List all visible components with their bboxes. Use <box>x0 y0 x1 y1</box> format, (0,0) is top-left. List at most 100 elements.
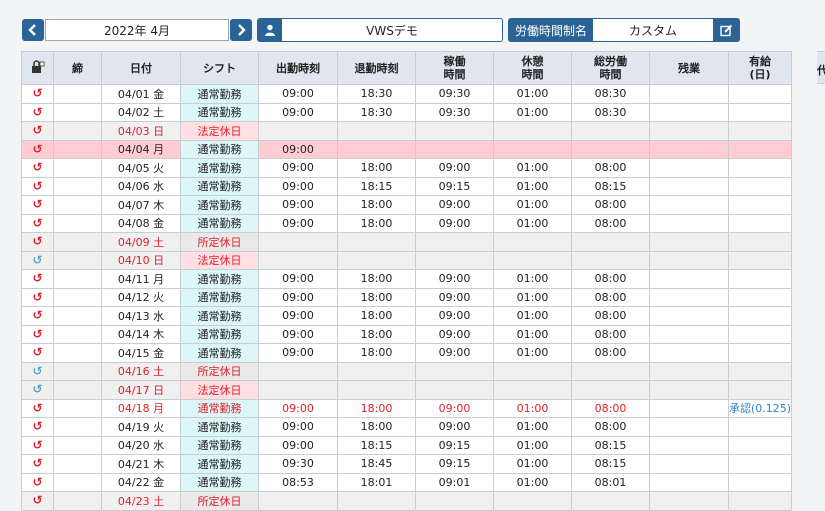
table-row[interactable]: ↺ 04/15 金通常勤務 09:00 18:00 09:00 01:00 08:00 <box>21 343 793 363</box>
edit-work-system-button[interactable] <box>713 19 739 41</box>
row-undo-cell[interactable]: ↺ <box>21 232 54 252</box>
date-cell[interactable]: 04/18 月 <box>101 398 181 418</box>
table-row[interactable]: ↺ 04/19 火通常勤務 09:00 18:00 09:00 01:00 08:00 <box>21 417 793 437</box>
date-cell[interactable]: 04/06 水 <box>101 176 181 196</box>
date-cell[interactable]: 04/01 金 <box>101 84 181 104</box>
undo-icon[interactable]: ↺ <box>32 106 42 118</box>
table-row[interactable]: ↺ 04/13 水通常勤務 09:00 18:00 09:00 01:00 08:00 <box>21 306 793 326</box>
table-row[interactable]: ↺ 04/02 土通常勤務 09:00 18:30 09:30 01:00 08:30 <box>21 102 793 122</box>
prev-month-button[interactable] <box>22 19 44 41</box>
table-row[interactable]: ↺ 04/04 月通常勤務 09:00 <box>21 139 793 159</box>
undo-icon[interactable]: ↺ <box>32 365 42 377</box>
shift-cell[interactable]: 通常勤務 <box>180 417 259 437</box>
date-cell[interactable]: 04/02 土 <box>101 102 181 122</box>
undo-icon[interactable]: ↺ <box>32 254 42 266</box>
shift-cell[interactable]: 通常勤務 <box>180 343 259 363</box>
row-undo-cell[interactable]: ↺ <box>21 343 54 363</box>
date-cell[interactable]: 04/17 日 <box>101 380 181 400</box>
undo-icon[interactable]: ↺ <box>32 124 42 136</box>
undo-icon[interactable]: ↺ <box>32 291 42 303</box>
undo-icon[interactable]: ↺ <box>32 161 42 173</box>
undo-icon[interactable]: ↺ <box>32 217 42 229</box>
row-undo-cell[interactable]: ↺ <box>21 472 54 492</box>
table-row[interactable]: ↺ 04/22 金通常勤務 08:53 18:01 09:01 01:00 08:01 <box>21 472 793 492</box>
shift-cell[interactable]: 通常勤務 <box>180 84 259 104</box>
date-cell[interactable]: 04/15 金 <box>101 343 181 363</box>
shift-cell[interactable]: 通常勤務 <box>180 306 259 326</box>
undo-icon[interactable]: ↺ <box>32 180 42 192</box>
row-undo-cell[interactable]: ↺ <box>21 195 54 215</box>
shift-cell[interactable]: 通常勤務 <box>180 398 259 418</box>
table-row[interactable]: ↺ 04/14 木通常勤務 09:00 18:00 09:00 01:00 08:00 <box>21 324 793 344</box>
row-undo-cell[interactable]: ↺ <box>21 435 54 455</box>
undo-icon[interactable]: ↺ <box>32 87 42 99</box>
shift-cell[interactable]: 通常勤務 <box>180 324 259 344</box>
row-undo-cell[interactable]: ↺ <box>21 84 54 104</box>
row-undo-cell[interactable]: ↺ <box>21 306 54 326</box>
row-undo-cell[interactable]: ↺ <box>21 176 54 196</box>
table-row[interactable]: ↺ 04/16 土所定休日 <box>21 361 793 381</box>
row-undo-cell[interactable]: ↺ <box>21 287 54 307</box>
date-cell[interactable]: 04/14 木 <box>101 324 181 344</box>
table-row[interactable]: ↺ 04/17 日法定休日 <box>21 380 793 400</box>
date-cell[interactable]: 04/10 日 <box>101 250 181 270</box>
table-row[interactable]: ↺ 04/21 木通常勤務 09:30 18:45 09:15 01:00 08:15 <box>21 454 793 474</box>
shift-cell[interactable]: 通常勤務 <box>180 195 259 215</box>
undo-icon[interactable]: ↺ <box>32 235 42 247</box>
table-row[interactable]: ↺ 04/20 水通常勤務 09:00 18:15 09:15 01:00 08:15 <box>21 435 793 455</box>
table-row[interactable]: ↺ 04/05 火通常勤務 09:00 18:00 09:00 01:00 08:00 <box>21 158 793 178</box>
shift-cell[interactable]: 通常勤務 <box>180 472 259 492</box>
table-row[interactable]: ↺ 04/08 金通常勤務 09:00 18:00 09:00 01:00 08:00 <box>21 213 793 233</box>
date-cell[interactable]: 04/13 水 <box>101 306 181 326</box>
table-row[interactable]: ↺ 04/10 日法定休日 <box>21 250 793 270</box>
date-cell[interactable]: 04/05 火 <box>101 158 181 178</box>
undo-icon[interactable]: ↺ <box>32 402 42 414</box>
shift-cell[interactable]: 通常勤務 <box>180 176 259 196</box>
table-row[interactable]: ↺ 04/18 月通常勤務 09:00 18:00 09:00 01:00 08:00 承認(… <box>21 398 793 418</box>
shift-cell[interactable]: 法定休日 <box>180 121 259 141</box>
shift-cell[interactable]: 法定休日 <box>180 250 259 270</box>
row-undo-cell[interactable]: ↺ <box>21 491 54 511</box>
table-row[interactable]: ↺ 04/01 金通常勤務 09:00 18:30 09:30 01:00 08:30 <box>21 84 793 104</box>
undo-icon[interactable]: ↺ <box>32 309 42 321</box>
undo-icon[interactable]: ↺ <box>32 494 42 506</box>
shift-cell[interactable]: 所定休日 <box>180 361 259 381</box>
undo-icon[interactable]: ↺ <box>32 143 42 155</box>
date-cell[interactable]: 04/19 火 <box>101 417 181 437</box>
user-selector[interactable]: VWSデモ <box>257 18 503 42</box>
undo-icon[interactable]: ↺ <box>32 457 42 469</box>
row-undo-cell[interactable]: ↺ <box>21 121 54 141</box>
undo-icon[interactable]: ↺ <box>32 383 42 395</box>
date-cell[interactable]: 04/22 金 <box>101 472 181 492</box>
undo-icon[interactable]: ↺ <box>32 272 42 284</box>
shift-cell[interactable]: 通常勤務 <box>180 454 259 474</box>
shift-cell[interactable]: 通常勤務 <box>180 269 259 289</box>
row-undo-cell[interactable]: ↺ <box>21 158 54 178</box>
table-row[interactable]: ↺ 04/06 水通常勤務 09:00 18:15 09:15 01:00 08:15 <box>21 176 793 196</box>
shift-cell[interactable]: 法定休日 <box>180 380 259 400</box>
date-cell[interactable]: 04/08 金 <box>101 213 181 233</box>
date-cell[interactable]: 04/21 木 <box>101 454 181 474</box>
undo-icon[interactable]: ↺ <box>32 346 42 358</box>
table-row[interactable]: ↺ 04/11 月通常勤務 09:00 18:00 09:00 01:00 08:00 <box>21 269 793 289</box>
undo-icon[interactable]: ↺ <box>32 476 42 488</box>
row-undo-cell[interactable]: ↺ <box>21 398 54 418</box>
date-cell[interactable]: 04/07 木 <box>101 195 181 215</box>
table-row[interactable]: ↺ 04/12 火通常勤務 09:00 18:00 09:00 01:00 08:00 <box>21 287 793 307</box>
table-row[interactable]: ↺ 04/09 土所定休日 <box>21 232 793 252</box>
row-undo-cell[interactable]: ↺ <box>21 454 54 474</box>
date-cell[interactable]: 04/09 土 <box>101 232 181 252</box>
row-undo-cell[interactable]: ↺ <box>21 324 54 344</box>
undo-icon[interactable]: ↺ <box>32 439 42 451</box>
date-cell[interactable]: 04/03 日 <box>101 121 181 141</box>
row-undo-cell[interactable]: ↺ <box>21 380 54 400</box>
row-undo-cell[interactable]: ↺ <box>21 361 54 381</box>
table-row[interactable]: ↺ 04/23 土所定休日 <box>21 491 793 511</box>
table-row[interactable]: ↺ 04/03 日法定休日 <box>21 121 793 141</box>
row-undo-cell[interactable]: ↺ <box>21 269 54 289</box>
row-undo-cell[interactable]: ↺ <box>21 139 54 159</box>
shift-cell[interactable]: 通常勤務 <box>180 102 259 122</box>
shift-cell[interactable]: 通常勤務 <box>180 287 259 307</box>
lock-column-header[interactable] <box>21 51 54 85</box>
row-undo-cell[interactable]: ↺ <box>21 102 54 122</box>
